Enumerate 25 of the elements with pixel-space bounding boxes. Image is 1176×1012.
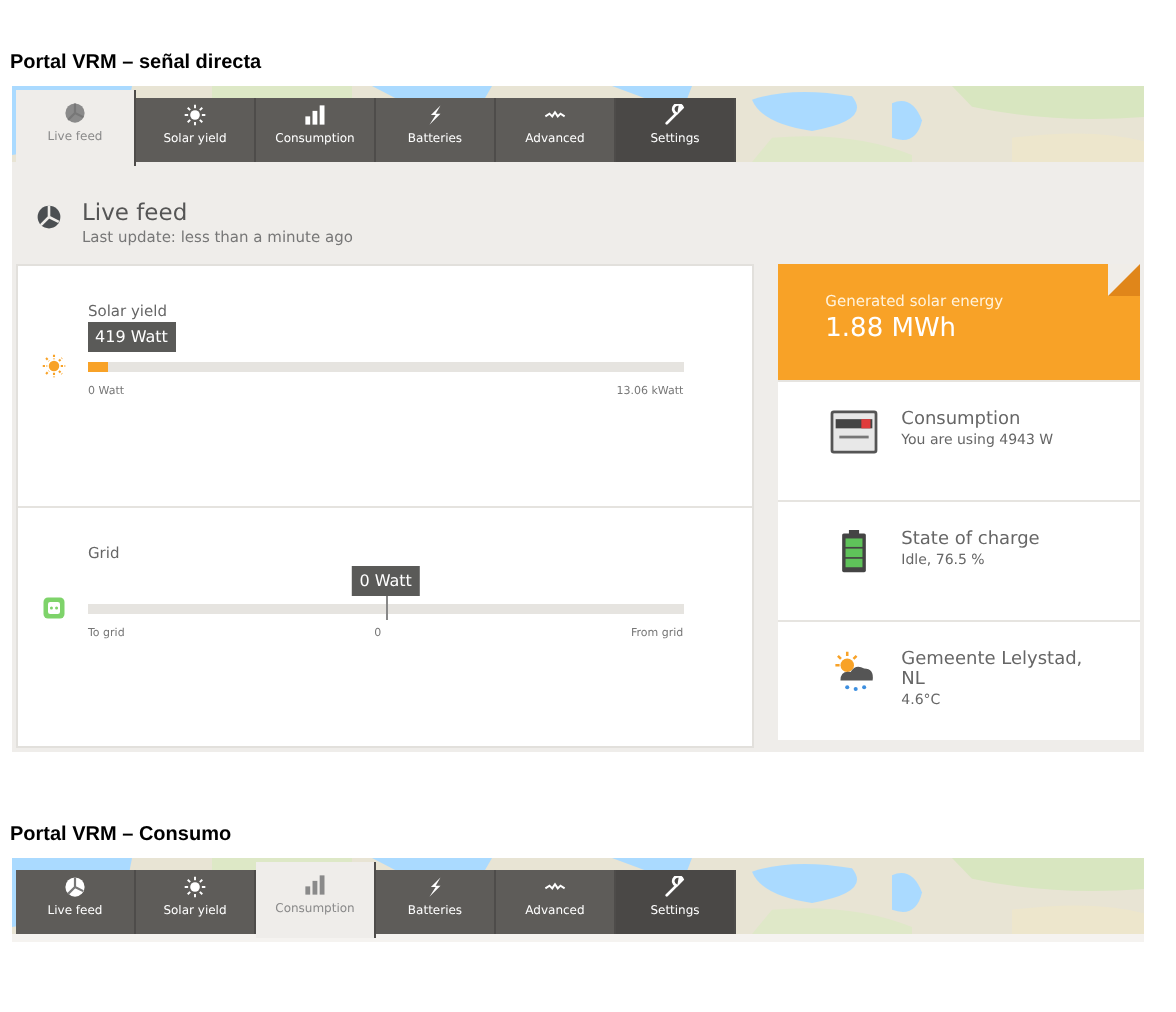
status-title: State of charge xyxy=(901,530,1042,550)
electric-meter-icon xyxy=(829,410,878,454)
status-title: Consumption xyxy=(901,410,1023,430)
pie-chart-icon xyxy=(36,204,62,230)
sun-icon xyxy=(184,876,206,898)
pie-chart-icon xyxy=(64,876,86,898)
sun-icon xyxy=(184,104,206,126)
plug-icon xyxy=(42,596,66,620)
pie-chart-icon xyxy=(64,102,86,124)
value-tooltip: 0 Watt xyxy=(351,565,420,595)
bar-chart-icon xyxy=(304,104,326,126)
value-tooltip: 419 Watt xyxy=(87,321,176,351)
wrench-icon xyxy=(664,104,686,126)
sun-icon xyxy=(42,354,66,378)
status-title: Gemeente Lelystad, NL xyxy=(901,650,1085,690)
bar-chart-icon xyxy=(304,874,326,896)
section-heading: Portal VRM – señal directa xyxy=(10,52,264,74)
folded-corner xyxy=(1108,264,1140,296)
section-heading: Portal VRM – Consumo xyxy=(10,824,234,846)
lightning-icon xyxy=(424,876,446,898)
weather-icon xyxy=(829,650,878,694)
lightning-icon xyxy=(424,104,446,126)
page-title: Live feed xyxy=(82,198,190,226)
summary-value: 1.88 MWh xyxy=(825,314,959,344)
wrench-icon xyxy=(664,876,686,898)
